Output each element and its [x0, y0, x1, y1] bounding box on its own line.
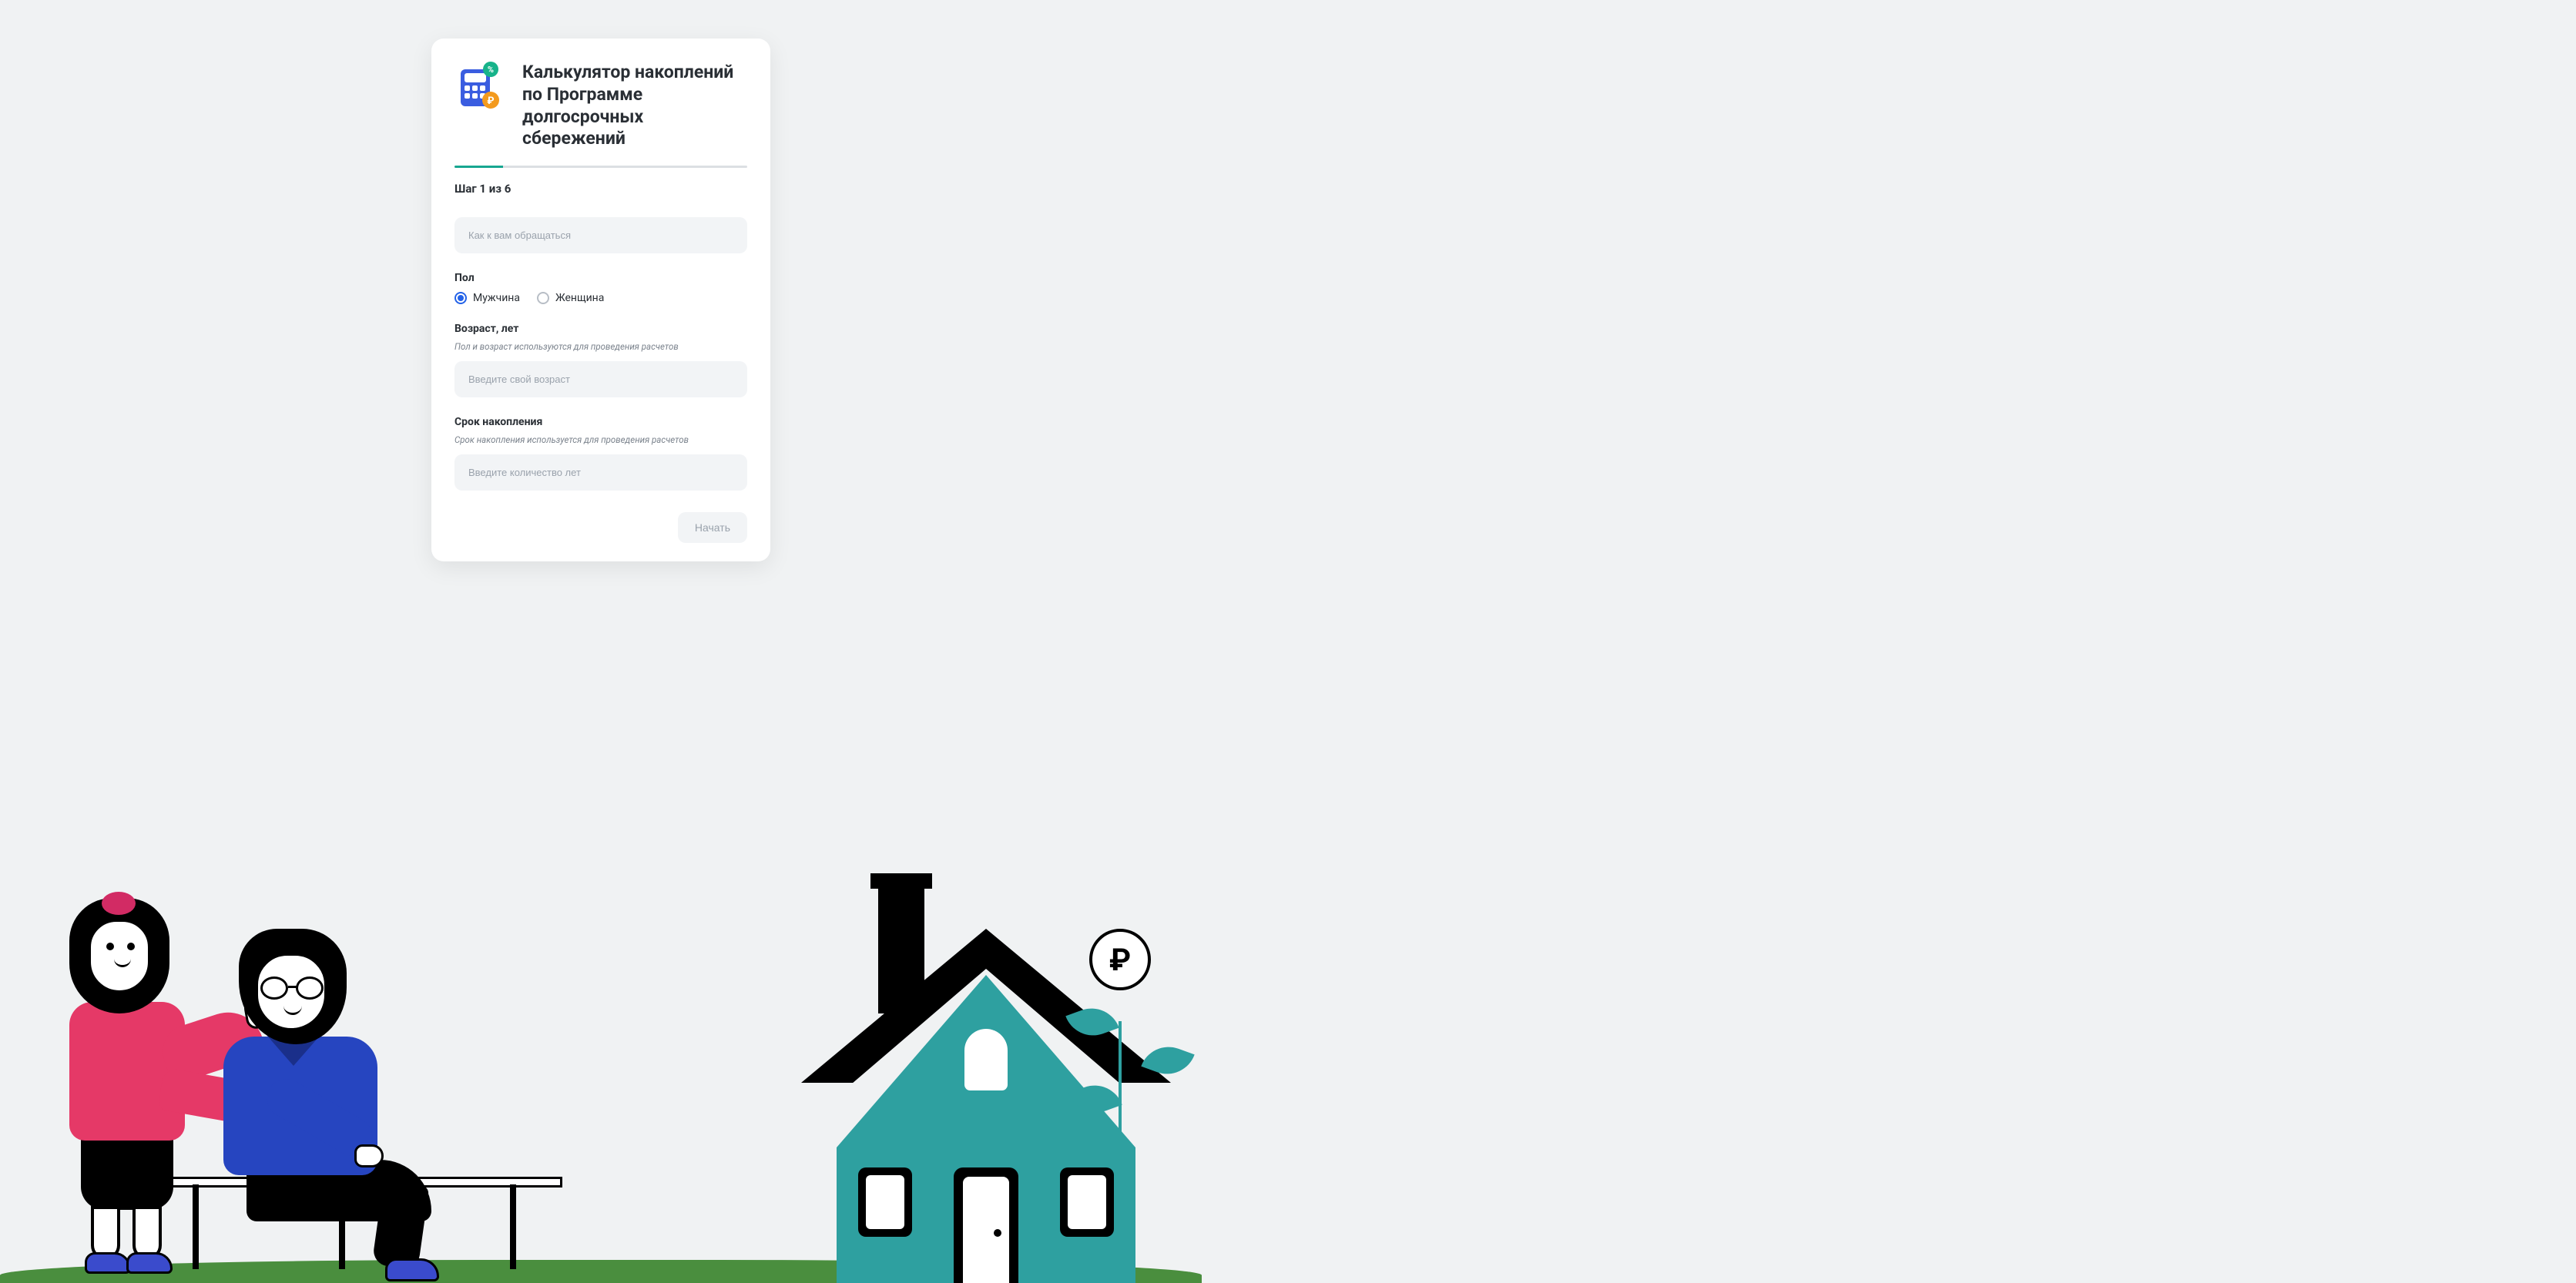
progress-bar — [454, 166, 747, 168]
person-standing-illustration — [46, 898, 200, 1283]
svg-text:₽: ₽ — [487, 95, 494, 107]
ruble-coin-icon: ₽ — [1089, 929, 1151, 990]
name-input[interactable] — [454, 217, 747, 253]
gender-option-label: Женщина — [555, 292, 604, 304]
radio-icon — [454, 292, 467, 304]
age-label: Возраст, лет — [454, 323, 747, 335]
gender-radio-group: Мужчина Женщина — [454, 292, 747, 304]
age-hint: Пол и возраст используются для проведени… — [454, 341, 747, 352]
term-label: Срок накопления — [454, 416, 747, 428]
progress-bar-fill — [454, 166, 503, 168]
calculator-icon: % ₽ — [454, 62, 504, 111]
term-hint: Срок накопления используется для проведе… — [454, 434, 747, 445]
gender-radio-female[interactable]: Женщина — [537, 292, 604, 304]
gender-label: Пол — [454, 272, 747, 284]
gender-option-label: Мужчина — [473, 292, 520, 304]
ruble-plant-illustration: ₽ — [1066, 929, 1197, 1252]
calculator-card: % ₽ Калькулятор накоплений по Программе … — [431, 39, 770, 561]
age-input[interactable] — [454, 361, 747, 397]
card-title: Калькулятор накоплений по Программе долг… — [522, 62, 747, 150]
svg-text:%: % — [488, 65, 494, 75]
person-sitting-illustration — [223, 929, 439, 1283]
term-input[interactable] — [454, 454, 747, 491]
gender-radio-male[interactable]: Мужчина — [454, 292, 520, 304]
step-label: Шаг 1 из 6 — [454, 182, 747, 196]
start-button[interactable]: Начать — [678, 512, 747, 543]
radio-icon — [537, 292, 549, 304]
